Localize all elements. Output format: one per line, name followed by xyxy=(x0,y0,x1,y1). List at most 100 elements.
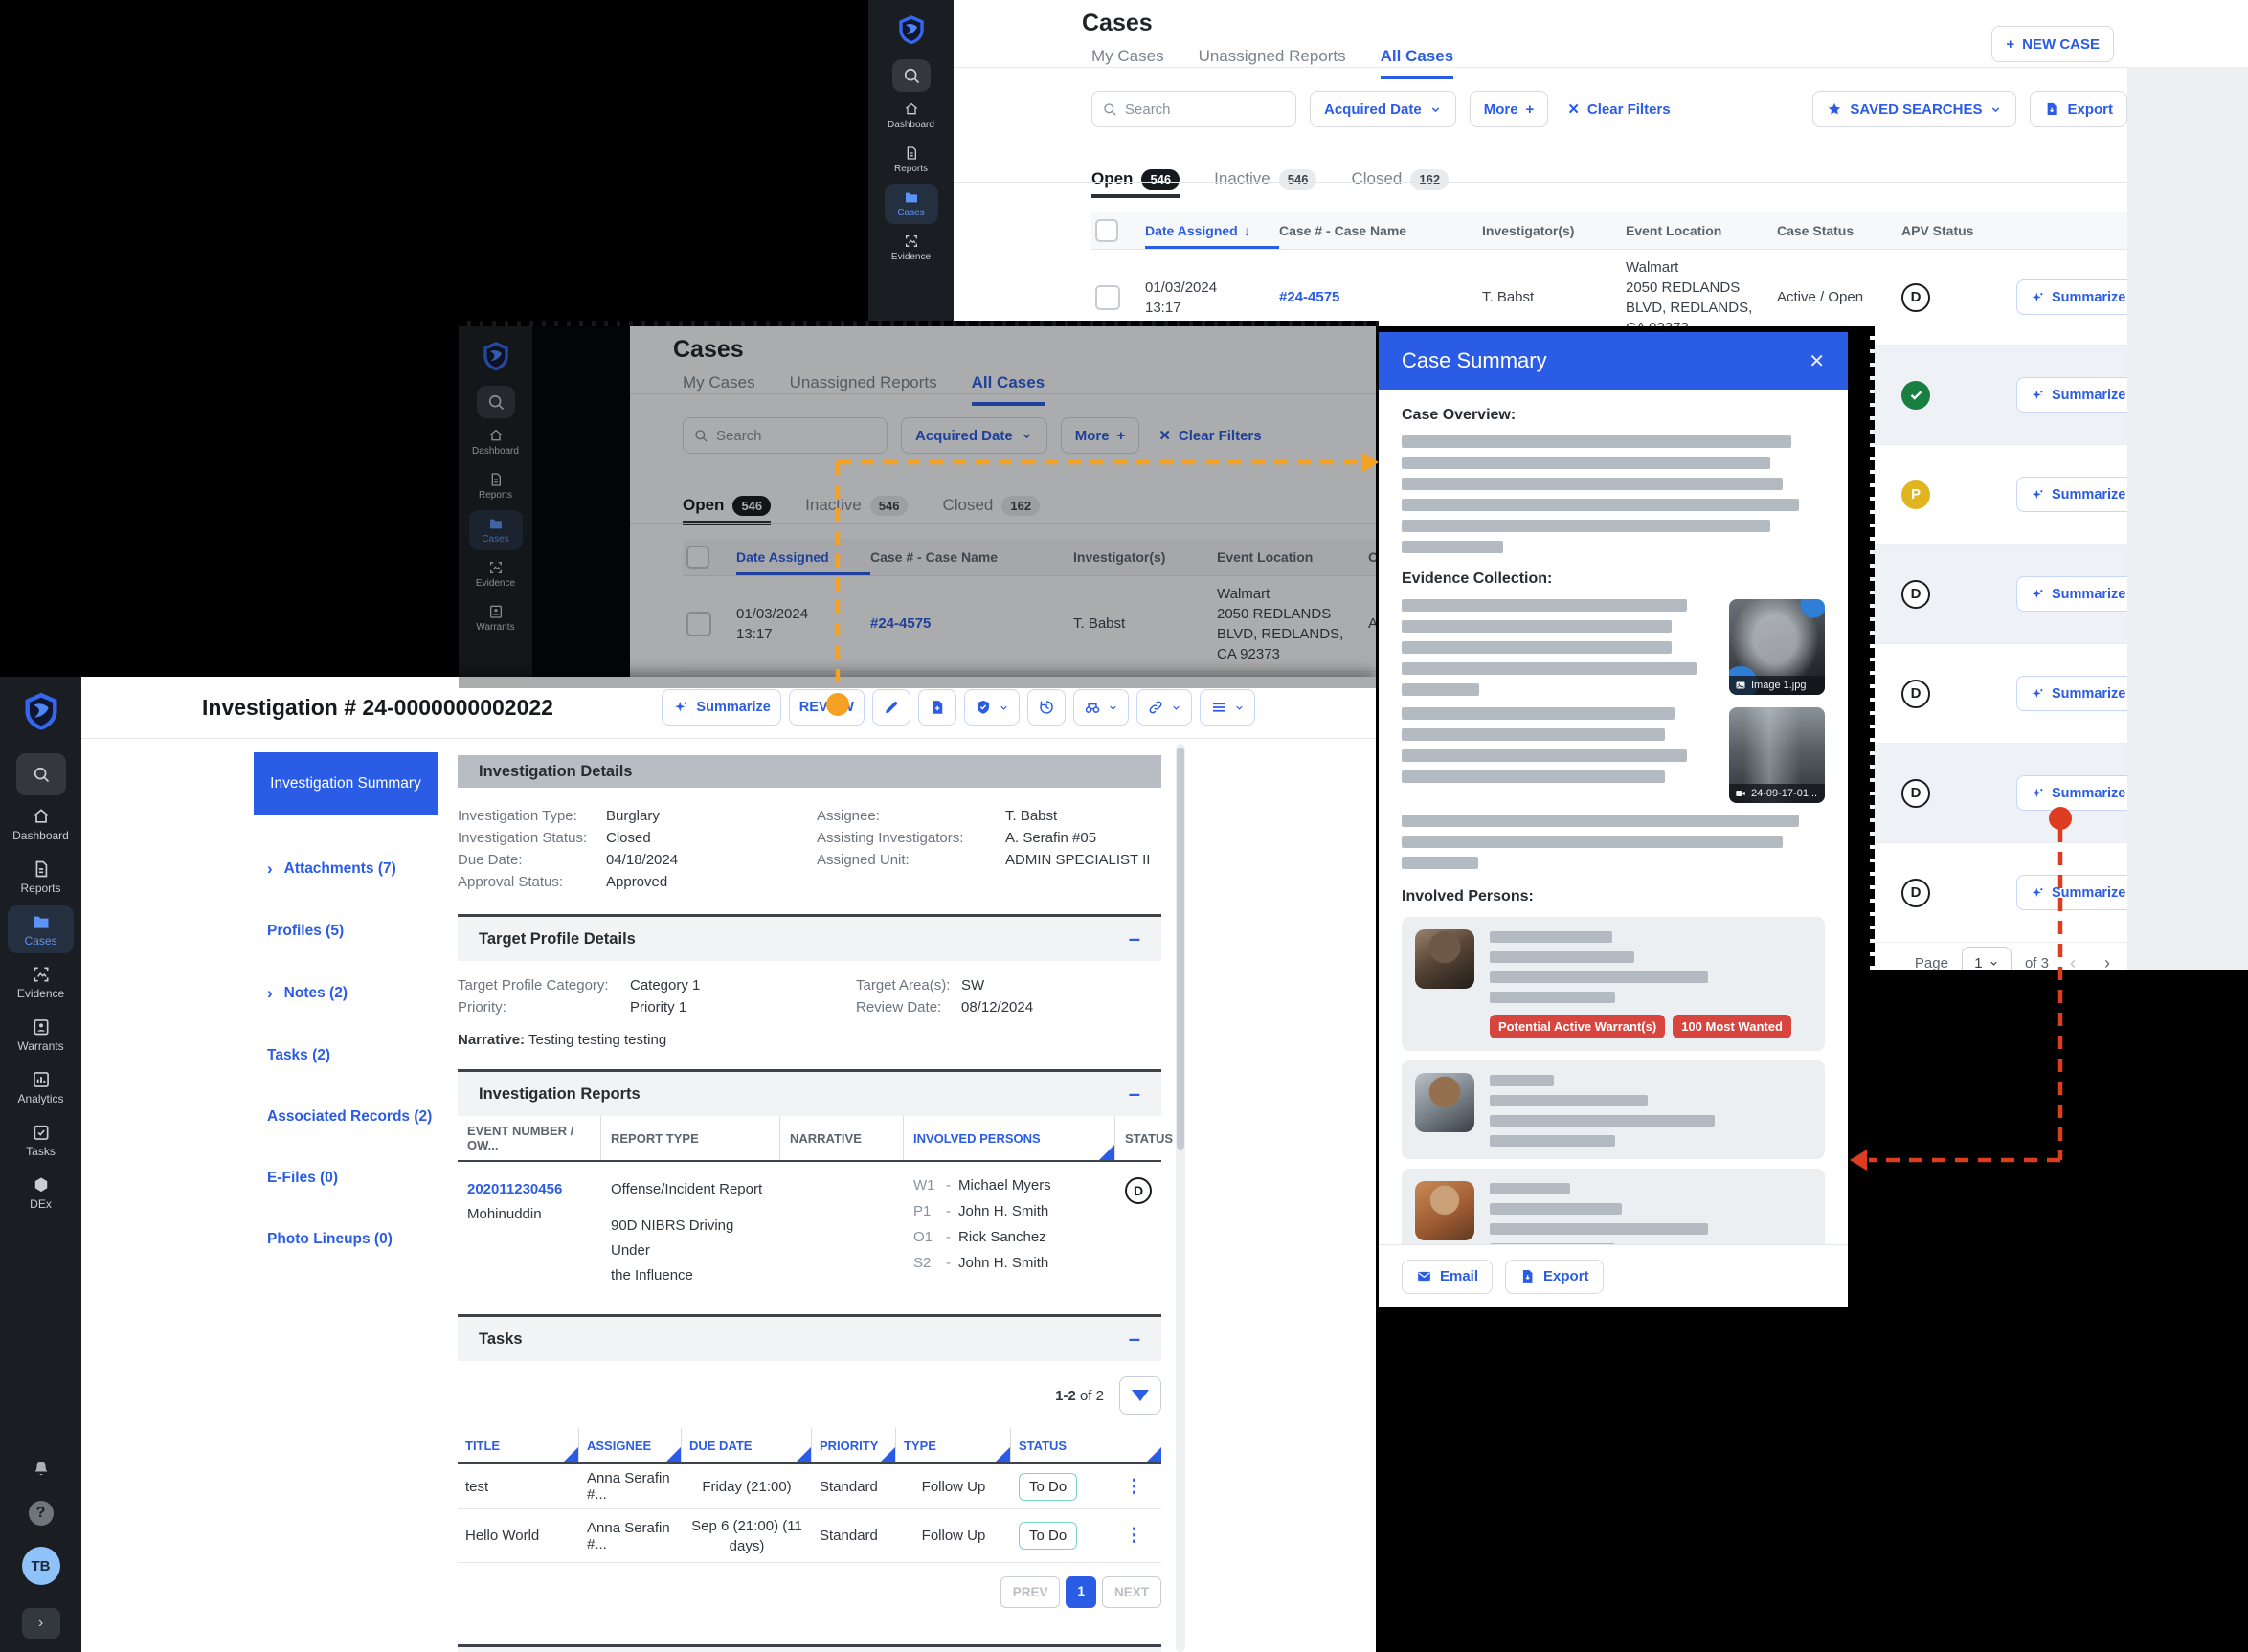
sidebar-item-tasks[interactable]: Tasks xyxy=(8,1116,74,1164)
evidence-image-thumbnail[interactable]: Image 1.jpg xyxy=(1729,599,1825,695)
avatar[interactable]: TB xyxy=(22,1547,60,1585)
nav-item-associated-records-2-[interactable]: Associated Records (2) xyxy=(254,1108,438,1126)
history-button[interactable] xyxy=(1027,689,1066,726)
row-checkbox[interactable] xyxy=(686,612,711,636)
sidebar-item-evidence[interactable]: Evidence xyxy=(469,554,523,594)
sidebar-item-cases[interactable]: Cases xyxy=(8,905,74,953)
column-event-location[interactable]: Event Location xyxy=(1217,549,1368,565)
tasks-column-assignee[interactable]: ASSIGNEE xyxy=(579,1428,682,1462)
summarize-button[interactable]: Summarize xyxy=(2016,477,2139,512)
sidebar-item-dashboard[interactable]: Dashboard xyxy=(469,422,523,462)
sidebar-search-button[interactable] xyxy=(892,59,931,92)
task-row[interactable]: testAnna Serafin #...Friday (21:00)Stand… xyxy=(458,1464,1161,1509)
select-all-checkbox[interactable] xyxy=(1095,219,1118,242)
sidebar-item-warrants[interactable]: Warrants xyxy=(8,1011,74,1059)
nav-item-e-files-0-[interactable]: E-Files (0) xyxy=(254,1170,438,1187)
search-records-button[interactable] xyxy=(1073,689,1129,726)
tab-all-cases[interactable]: All Cases xyxy=(1381,47,1454,79)
nav-item-investigation-summary[interactable]: Investigation Summary xyxy=(254,752,438,815)
select-all-checkbox[interactable] xyxy=(686,546,709,569)
reports-column-0[interactable]: EVENT NUMBER / OW... xyxy=(458,1116,601,1160)
export-button[interactable]: Export xyxy=(1505,1260,1604,1294)
prev-page-button[interactable]: ‹ xyxy=(2062,953,2083,971)
sidebar-search-button[interactable] xyxy=(477,386,515,418)
sidebar-item-cases[interactable]: Cases xyxy=(469,510,523,550)
next-page-button[interactable]: › xyxy=(2097,953,2118,971)
tasks-column-due-date[interactable]: DUE DATE xyxy=(682,1428,812,1462)
case-number-link[interactable]: #24-4575 xyxy=(1279,289,1339,305)
tab-my-cases[interactable]: My Cases xyxy=(1091,47,1164,79)
review-button[interactable]: REVIEW xyxy=(789,689,865,726)
collapse-section-button[interactable]: – xyxy=(1129,926,1140,951)
tab-my-cases[interactable]: My Cases xyxy=(683,373,755,406)
more-menu-button[interactable] xyxy=(1200,689,1255,726)
reports-column-4[interactable]: STATUS xyxy=(1115,1116,1161,1160)
status-tab-closed[interactable]: Closed162 xyxy=(1351,160,1449,198)
tasks-next-button[interactable]: NEXT xyxy=(1102,1576,1161,1608)
link-button[interactable] xyxy=(1136,689,1192,726)
kebab-menu-icon[interactable]: ⋮ xyxy=(1107,1525,1161,1547)
column-investigators[interactable]: Investigator(s) xyxy=(1073,549,1217,565)
event-number-link[interactable]: 202011230456 xyxy=(467,1177,592,1202)
summarize-button[interactable]: Summarize xyxy=(2016,775,2139,811)
kebab-menu-icon[interactable]: ⋮ xyxy=(1107,1476,1161,1498)
sidebar-item-dashboard[interactable]: Dashboard xyxy=(8,800,74,848)
nav-item-notes-2-[interactable]: ›Notes (2) xyxy=(254,984,438,1003)
tab-unassigned-reports[interactable]: Unassigned Reports xyxy=(790,373,937,406)
sidebar-item-reports[interactable]: Reports xyxy=(8,853,74,901)
column-case-status[interactable]: Case Status xyxy=(1777,223,1901,238)
export-button[interactable]: Export xyxy=(2030,91,2127,127)
involved-person-card[interactable]: Potential Active Warrant(s)100 Most Want… xyxy=(1402,917,1825,1051)
status-tab-inactive[interactable]: Inactive546 xyxy=(1214,160,1316,198)
summarize-button[interactable]: Summarize xyxy=(2016,377,2139,413)
approval-button[interactable] xyxy=(964,689,1020,726)
case-number-link[interactable]: #24-4575 xyxy=(870,615,931,632)
evidence-video-thumbnail[interactable]: 24-09-17-01... xyxy=(1729,707,1825,803)
tasks-column-title[interactable]: TITLE xyxy=(458,1428,579,1462)
summarize-button[interactable]: Summarize xyxy=(2016,576,2139,612)
nav-item-profiles-5-[interactable]: Profiles (5) xyxy=(254,923,438,940)
column-case-name[interactable]: Case # - Case Name xyxy=(1279,223,1482,238)
tasks-page-size-dropdown[interactable] xyxy=(1119,1376,1161,1415)
more-filters-button[interactable]: More+ xyxy=(1061,417,1140,454)
scrollbar-thumb[interactable] xyxy=(1177,748,1184,1150)
sidebar-item-analytics[interactable]: Analytics xyxy=(8,1063,74,1111)
column-date-assigned[interactable]: Date Assigned↓ xyxy=(736,539,870,575)
add-report-button[interactable] xyxy=(918,689,956,726)
page-select[interactable]: 1 xyxy=(1962,947,2012,970)
reports-column-3[interactable]: INVOLVED PERSONS xyxy=(904,1116,1115,1160)
column-case-name[interactable]: Case # - Case Name xyxy=(870,549,1073,565)
email-button[interactable]: Email xyxy=(1402,1260,1493,1294)
reports-column-1[interactable]: REPORT TYPE xyxy=(601,1116,780,1160)
sidebar-item-dashboard[interactable]: Dashboard xyxy=(885,96,938,136)
more-filters-button[interactable]: More+ xyxy=(1470,91,1549,127)
status-tab-inactive[interactable]: Inactive546 xyxy=(805,486,908,525)
status-badge[interactable]: To Do xyxy=(1019,1473,1077,1501)
sidebar-item-evidence[interactable]: Evidence xyxy=(885,228,938,268)
acquired-date-filter[interactable]: Acquired Date xyxy=(1310,91,1456,127)
sidebar-item-cases[interactable]: Cases xyxy=(885,184,938,224)
status-badge[interactable]: To Do xyxy=(1019,1522,1077,1550)
column-event-location[interactable]: Event Location xyxy=(1626,223,1777,238)
sidebar-item-reports[interactable]: Reports xyxy=(885,140,938,180)
tasks-column-priority[interactable]: PRIORITY xyxy=(812,1428,896,1462)
reports-column-2[interactable]: NARRATIVE xyxy=(780,1116,904,1160)
sidebar-item-warrants[interactable]: Warrants xyxy=(469,598,523,638)
status-tab-closed[interactable]: Closed162 xyxy=(942,486,1040,525)
sidebar-item-dex[interactable]: DEx xyxy=(8,1169,74,1217)
tasks-prev-button[interactable]: PREV xyxy=(1000,1576,1061,1608)
help-button[interactable]: ? xyxy=(29,1501,54,1526)
involved-person-card[interactable]: Potential Active Warrant(s) xyxy=(1402,1169,1825,1244)
search-input[interactable]: Search xyxy=(1091,91,1296,127)
acquired-date-filter[interactable]: Acquired Date xyxy=(901,417,1047,454)
status-tab-open[interactable]: Open546 xyxy=(1091,160,1180,198)
row-checkbox[interactable] xyxy=(1095,285,1120,310)
column-investigators[interactable]: Investigator(s) xyxy=(1482,223,1626,238)
involved-person-card[interactable] xyxy=(1402,1060,1825,1159)
tasks-column-status[interactable]: STATUS xyxy=(1011,1428,1161,1462)
sidebar-item-evidence[interactable]: Evidence xyxy=(8,958,74,1006)
status-tab-open[interactable]: Open546 xyxy=(683,486,771,525)
tab-unassigned-reports[interactable]: Unassigned Reports xyxy=(1199,47,1346,79)
tab-all-cases[interactable]: All Cases xyxy=(972,373,1045,406)
nav-item-photo-lineups-0-[interactable]: Photo Lineups (0) xyxy=(254,1231,438,1248)
